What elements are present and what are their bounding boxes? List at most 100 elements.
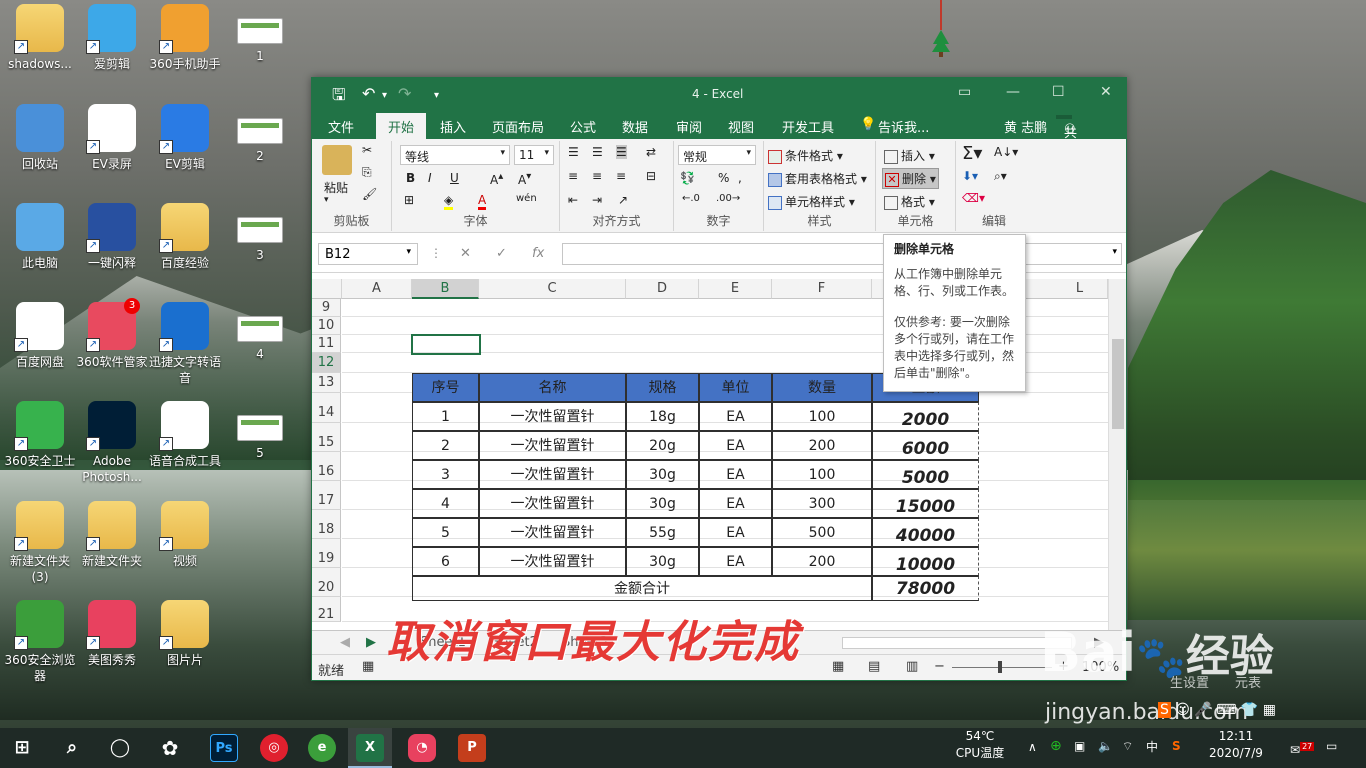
- paste-button[interactable]: 粘贴: [324, 179, 348, 196]
- action-center-icon[interactable]: ▭: [1326, 738, 1337, 755]
- volume-icon[interactable]: 🔈: [1098, 738, 1113, 755]
- maximize-button[interactable]: ☐: [1052, 84, 1065, 100]
- autosum-icon[interactable]: Σ▾: [962, 143, 982, 164]
- desktop-icon[interactable]: ↗ 美图秀秀: [72, 600, 152, 668]
- show-hidden-icons[interactable]: ∧: [1028, 739, 1037, 756]
- table-header-cell[interactable]: 规格: [626, 373, 699, 402]
- table-cell[interactable]: 一次性留置针: [479, 547, 626, 576]
- bold-button[interactable]: B: [406, 171, 415, 185]
- table-cell[interactable]: 一次性留置针: [479, 431, 626, 460]
- italic-button[interactable]: I: [428, 171, 432, 185]
- undo-dropdown-icon[interactable]: ▾: [382, 90, 387, 101]
- amount-cell[interactable]: 40000: [872, 518, 979, 547]
- desktop-icon[interactable]: ↗ 视频: [145, 501, 225, 569]
- clock[interactable]: 12:11 2020/7/9: [1204, 728, 1268, 762]
- column-header[interactable]: L: [1052, 279, 1108, 299]
- table-cell[interactable]: 20g: [626, 431, 699, 460]
- tab-formulas[interactable]: 公式: [570, 117, 596, 136]
- format-cells-button[interactable]: 格式 ▾: [884, 193, 935, 210]
- total-label-cell[interactable]: 金额合计: [412, 576, 872, 601]
- fill-icon[interactable]: ⬇▾: [962, 169, 978, 183]
- table-cell[interactable]: 一次性留置针: [479, 402, 626, 431]
- table-cell[interactable]: 5: [412, 518, 479, 547]
- column-header[interactable]: E: [699, 279, 772, 299]
- select-all-corner[interactable]: [312, 279, 342, 299]
- conditional-format-button[interactable]: 条件格式 ▾: [768, 147, 843, 164]
- desktop-icon[interactable]: ↗ EV剪辑: [145, 104, 225, 172]
- scroll-thumb[interactable]: [1112, 339, 1124, 429]
- table-cell[interactable]: 一次性留置针: [479, 460, 626, 489]
- desktop-icon[interactable]: ↗ 一键闪释: [72, 203, 152, 271]
- sort-filter-icon[interactable]: A↓▾: [994, 145, 1018, 159]
- desktop-icon[interactable]: ↗ 新建文件夹 (3): [0, 501, 80, 585]
- font-grow-icon[interactable]: A▴: [490, 171, 503, 187]
- table-cell[interactable]: EA: [699, 518, 772, 547]
- 360-browser-taskbar-icon[interactable]: e: [308, 734, 336, 762]
- desktop-icon[interactable]: ↗ 迅捷文字转语音: [145, 302, 225, 386]
- wifi-icon[interactable]: ⌔: [1122, 738, 1133, 755]
- table-cell[interactable]: 100: [772, 402, 872, 431]
- desktop-icon[interactable]: ↗ 360安全浏览器: [0, 600, 80, 684]
- table-cell[interactable]: 一次性留置针: [479, 518, 626, 547]
- percent-icon[interactable]: %: [718, 171, 729, 185]
- desktop-icon[interactable]: 回收站: [0, 104, 80, 172]
- ime-indicator[interactable]: 中: [1146, 739, 1158, 756]
- row-header[interactable]: 17: [312, 481, 341, 510]
- align-right-icon[interactable]: ≡: [616, 169, 626, 183]
- desktop-icon[interactable]: 5: [220, 401, 300, 461]
- tell-me-input[interactable]: 告诉我...: [878, 117, 929, 136]
- undo-icon[interactable]: ↶: [362, 84, 375, 103]
- orientation-icon[interactable]: ↗: [618, 193, 628, 207]
- tab-developer[interactable]: 开发工具: [782, 117, 834, 136]
- table-cell[interactable]: 30g: [626, 460, 699, 489]
- desktop-icon[interactable]: ↗ 百度经验: [145, 203, 225, 271]
- windows-start-icon[interactable]: ⊞: [8, 734, 36, 762]
- table-cell[interactable]: EA: [699, 489, 772, 518]
- desktop-icon[interactable]: 2: [220, 104, 300, 164]
- table-cell[interactable]: 2: [412, 431, 479, 460]
- macro-record-icon[interactable]: ▦: [362, 659, 374, 674]
- align-top-icon[interactable]: ☰: [568, 145, 579, 159]
- ribbon-display-icon[interactable]: ▭: [958, 84, 971, 100]
- customize-qat-icon[interactable]: ▾: [434, 90, 439, 101]
- font-size-select[interactable]: 11 ▾: [514, 145, 554, 165]
- zoom-slider[interactable]: [952, 667, 1052, 668]
- table-cell[interactable]: EA: [699, 547, 772, 576]
- table-cell[interactable]: 500: [772, 518, 872, 547]
- title-bar[interactable]: 🖫 ↶ ▾ ↷ ▾ 4 - Excel ▭ — ☐ ✕: [312, 78, 1126, 110]
- row-header[interactable]: 19: [312, 539, 341, 568]
- page-break-view-icon[interactable]: ▥: [906, 659, 918, 674]
- tab-home[interactable]: 开始: [376, 113, 427, 139]
- column-header[interactable]: C: [479, 279, 626, 299]
- search-icon[interactable]: ⌕: [58, 734, 86, 762]
- sogou-icon[interactable]: S: [1158, 702, 1171, 718]
- row-header[interactable]: 11: [312, 335, 341, 353]
- table-cell[interactable]: 3: [412, 460, 479, 489]
- cpu-temp[interactable]: 54℃ CPU温度: [950, 728, 1010, 762]
- desktop-icon[interactable]: ↗ Adobe Photosh...: [72, 401, 152, 485]
- desktop-icon[interactable]: ↗ 360手机助手: [145, 4, 225, 72]
- table-cell[interactable]: 55g: [626, 518, 699, 547]
- paste-icon[interactable]: [322, 145, 352, 175]
- table-cell[interactable]: 1: [412, 402, 479, 431]
- row-header[interactable]: 12: [312, 353, 341, 373]
- decrease-decimal-icon[interactable]: .00→: [716, 193, 740, 204]
- desktop-icon[interactable]: 3 ↗ 360软件管家: [72, 298, 152, 370]
- formula-input[interactable]: ▾: [562, 243, 1122, 265]
- row-header[interactable]: 18: [312, 510, 341, 539]
- phonetic-icon[interactable]: wén: [516, 193, 537, 204]
- cut-icon[interactable]: ✂: [362, 143, 372, 157]
- amount-cell[interactable]: 5000: [872, 460, 979, 489]
- insert-cells-button[interactable]: 插入 ▾: [884, 147, 935, 164]
- column-header[interactable]: A: [342, 279, 412, 299]
- table-cell[interactable]: 30g: [626, 547, 699, 576]
- save-icon[interactable]: 🖫: [332, 84, 346, 111]
- table-cell[interactable]: EA: [699, 402, 772, 431]
- table-cell[interactable]: 30g: [626, 489, 699, 518]
- tab-file[interactable]: 文件: [328, 117, 354, 136]
- excel-taskbar-active[interactable]: X: [348, 728, 392, 768]
- page-layout-view-icon[interactable]: ▤: [868, 659, 880, 674]
- row-header[interactable]: 20: [312, 568, 341, 597]
- amount-cell[interactable]: 10000: [872, 547, 979, 576]
- row-header[interactable]: 9: [312, 299, 341, 317]
